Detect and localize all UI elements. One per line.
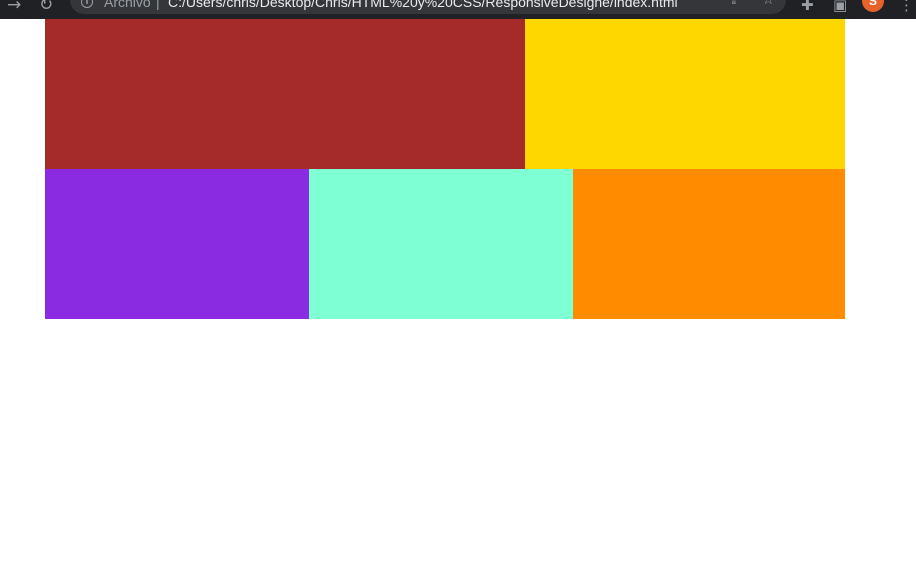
address-separator: | [156,0,160,10]
info-icon[interactable]: i [81,0,93,8]
address-bar[interactable]: i Archivo | C:/Users/chris/Desktop/Chris… [70,0,786,14]
block-darkorange [573,169,845,319]
block-blueviolet [45,169,309,319]
browser-toolbar: → ↻ i Archivo | C:/Users/chris/Desktop/C… [0,0,916,19]
block-gold [525,19,845,169]
block-aquamarine [309,169,573,319]
page-viewport [0,19,916,568]
menu-icon[interactable]: ⋮ [899,0,914,14]
bookmark-star-icon[interactable]: ☆ [762,0,775,8]
responsive-grid [45,19,845,319]
block-brown [45,19,525,169]
share-icon[interactable]: ⇪ [728,0,740,8]
reload-icon[interactable]: ↻ [39,0,53,15]
profile-avatar[interactable]: S [862,0,884,12]
forward-icon[interactable]: → [7,0,21,15]
extensions-icon[interactable]: ✚ [801,0,814,14]
side-panel-icon[interactable]: ▣ [833,0,847,14]
address-url[interactable]: C:/Users/chris/Desktop/Chris/HTML%20y%20… [168,0,678,10]
address-scheme-label: Archivo [104,0,151,10]
